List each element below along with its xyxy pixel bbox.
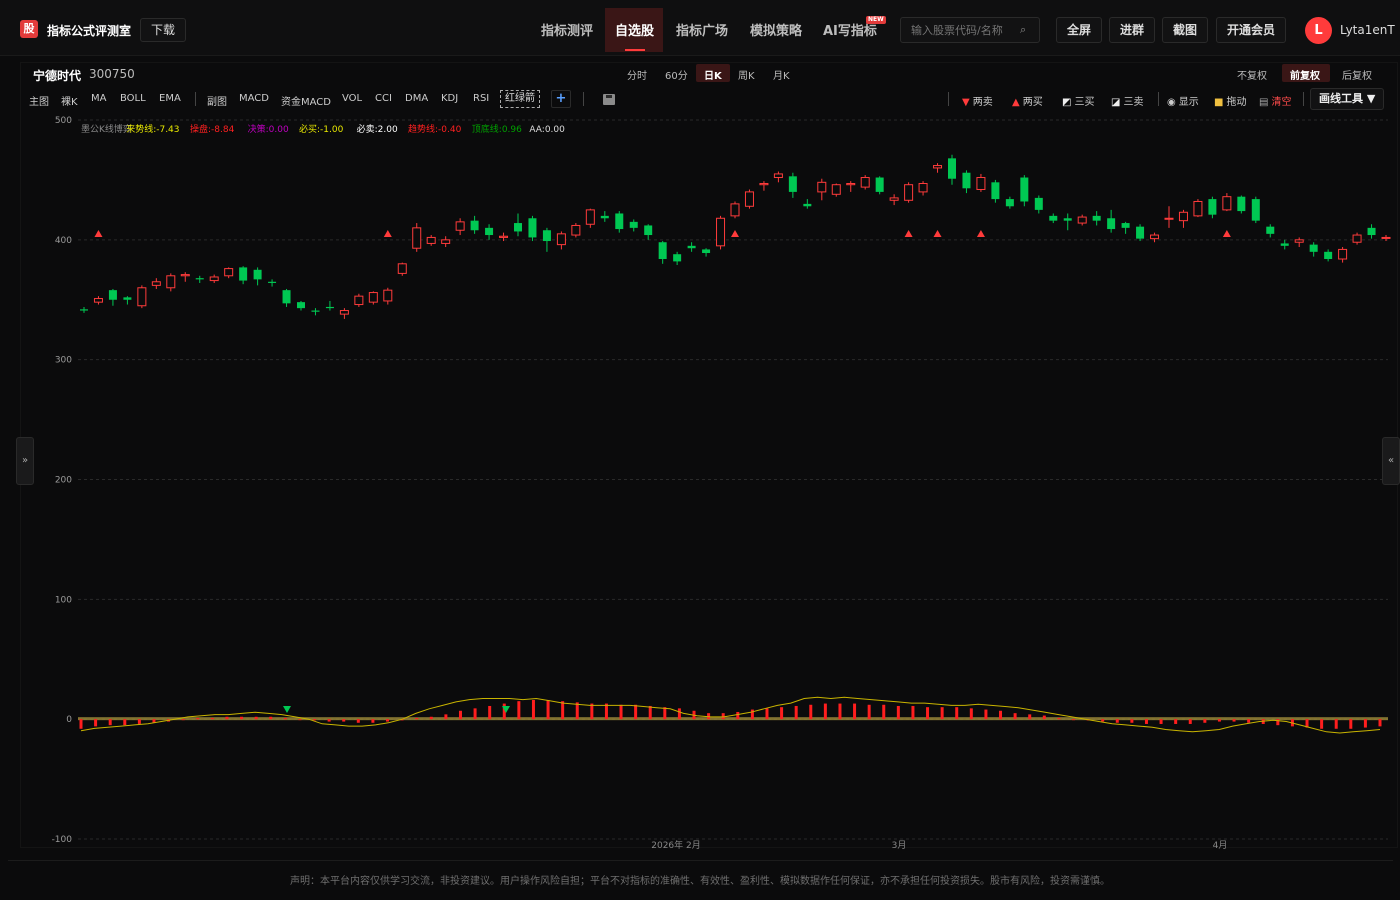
membership-button[interactable]: 开通会员 bbox=[1216, 17, 1287, 43]
tool-two-buy[interactable]: ▲ 两买 bbox=[1012, 93, 1043, 108]
up-triangle-icon: ▲ bbox=[1012, 97, 1020, 108]
tool-three-sell-label: 三卖 bbox=[1123, 97, 1144, 108]
divider bbox=[948, 92, 949, 106]
tool-show[interactable]: ◉ 显示 bbox=[1167, 93, 1199, 108]
eye-icon: ◉ bbox=[1167, 97, 1176, 108]
indicator-boll[interactable]: BOLL bbox=[120, 93, 146, 104]
chart-panel bbox=[20, 62, 1398, 848]
indicator-vol[interactable]: VOL bbox=[342, 93, 362, 104]
disclaimer-text: 声明：本平台内容仅供学习交流，非投资建议。用户操作风险自担；平台不对指标的准确性… bbox=[290, 876, 1110, 887]
indicator-naked-k[interactable]: 裸K bbox=[61, 93, 78, 108]
period-tab-intraday[interactable]: 分时 bbox=[627, 67, 647, 82]
indicator-main-label[interactable]: 主图 bbox=[29, 93, 49, 108]
adjust-backward[interactable]: 后复权 bbox=[1342, 67, 1372, 82]
username[interactable]: Lyta1enT bbox=[1340, 23, 1395, 37]
stock-name: 宁德时代 bbox=[33, 69, 82, 83]
screenshot-button[interactable]: 截图 bbox=[1162, 17, 1209, 43]
divider bbox=[583, 92, 584, 106]
nav-item-indicator-review[interactable]: 指标测评 bbox=[541, 20, 593, 39]
indicator-rsi[interactable]: RSI bbox=[473, 93, 489, 104]
period-tab-monthly[interactable]: 月K bbox=[773, 67, 790, 82]
indicator-macd[interactable]: MACD bbox=[239, 93, 269, 104]
period-tab-weekly[interactable]: 周K bbox=[738, 67, 755, 82]
download-button[interactable]: 下载 bbox=[140, 18, 187, 42]
tool-three-buy[interactable]: ◩ 三买 bbox=[1062, 93, 1094, 108]
tool-drag[interactable]: ■ 拖动 bbox=[1214, 93, 1246, 108]
tool-clear-label: 清空 bbox=[1271, 97, 1292, 108]
fullscreen-button[interactable]: 全屏 bbox=[1056, 17, 1103, 43]
trend-down-icon: ◪ bbox=[1111, 97, 1121, 108]
tool-three-buy-label: 三买 bbox=[1074, 97, 1095, 108]
stock-search-input[interactable] bbox=[900, 17, 1040, 43]
tool-two-sell-label: 两卖 bbox=[972, 97, 993, 108]
stock-code: 300750 bbox=[89, 67, 135, 81]
tool-drag-label: 拖动 bbox=[1226, 97, 1247, 108]
lock-icon: ■ bbox=[1214, 97, 1224, 108]
indicator-cci[interactable]: CCI bbox=[375, 93, 392, 104]
app-logo-icon[interactable]: 股 bbox=[20, 20, 38, 38]
period-tab-daily[interactable]: 日K bbox=[704, 67, 722, 82]
draw-tool-dropdown[interactable]: 画线工具 ▼ bbox=[1310, 88, 1385, 110]
tool-clear[interactable]: ▤ 清空 bbox=[1259, 93, 1291, 108]
new-badge: NEW bbox=[866, 16, 886, 24]
nav-item-watchlist[interactable]: 自选股 bbox=[615, 20, 654, 39]
indicator-sub-label[interactable]: 副图 bbox=[207, 93, 227, 108]
nav-item-simulated-strategy[interactable]: 模拟策略 bbox=[750, 20, 802, 39]
save-icon[interactable] bbox=[603, 94, 615, 105]
left-panel-toggle[interactable]: » bbox=[16, 437, 34, 485]
nav-active-underline bbox=[625, 49, 645, 51]
trend-up-icon: ◩ bbox=[1062, 97, 1072, 108]
divider bbox=[195, 92, 196, 106]
indicator-fund-macd[interactable]: 资金MACD bbox=[281, 93, 331, 108]
footer-divider bbox=[8, 860, 1393, 861]
tool-two-sell[interactable]: ▼ 两卖 bbox=[962, 93, 993, 108]
indicator-kdj[interactable]: KDJ bbox=[441, 93, 458, 104]
app-brand-title[interactable]: 指标公式评测室 bbox=[47, 22, 131, 39]
tool-two-buy-label: 两买 bbox=[1022, 97, 1043, 108]
indicator-ma[interactable]: MA bbox=[91, 93, 106, 104]
adjust-none[interactable]: 不复权 bbox=[1237, 67, 1267, 82]
search-icon[interactable]: ⌕ bbox=[1020, 23, 1026, 37]
avatar[interactable]: L bbox=[1305, 17, 1332, 44]
divider bbox=[1158, 92, 1159, 106]
indicator-red-green-arrow[interactable]: 红绿箭 bbox=[500, 90, 540, 108]
indicator-ema[interactable]: EMA bbox=[159, 93, 181, 104]
tool-three-sell[interactable]: ◪ 三卖 bbox=[1111, 93, 1143, 108]
nav-item-indicator-square[interactable]: 指标广场 bbox=[676, 20, 728, 39]
trash-icon: ▤ bbox=[1259, 97, 1269, 108]
divider bbox=[1303, 92, 1304, 106]
down-triangle-icon: ▼ bbox=[962, 97, 970, 108]
adjust-forward[interactable]: 前复权 bbox=[1290, 67, 1320, 82]
period-tab-60min[interactable]: 60分 bbox=[665, 67, 688, 82]
tool-show-label: 显示 bbox=[1178, 97, 1199, 108]
indicator-dma[interactable]: DMA bbox=[405, 93, 428, 104]
add-indicator-button[interactable]: + bbox=[551, 90, 571, 108]
right-panel-toggle[interactable]: « bbox=[1382, 437, 1400, 485]
join-group-button[interactable]: 进群 bbox=[1109, 17, 1156, 43]
